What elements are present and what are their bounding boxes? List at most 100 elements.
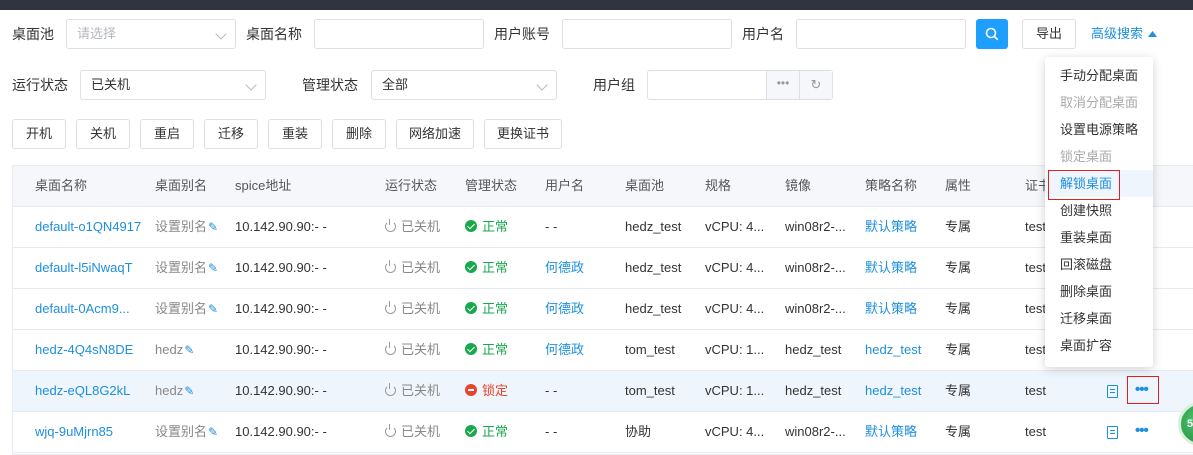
attr-cell: 专属 [945, 342, 972, 357]
alias-cell[interactable]: 设置别名✎ [155, 289, 231, 329]
desktop-name-link[interactable]: default-o1QN4917 [35, 207, 147, 247]
edit-pencil-icon[interactable]: ✎ [208, 425, 218, 439]
username-input[interactable] [796, 19, 966, 49]
col-pool: 桌面池 [625, 178, 665, 193]
advanced-search-toggle[interactable]: 高级搜索 [1091, 19, 1157, 49]
alias-text: 设置别名 [155, 260, 208, 275]
alias-cell[interactable]: hedz✎ [155, 371, 231, 411]
more-actions-button[interactable]: ••• [1135, 412, 1149, 450]
attr-cell: 专属 [945, 301, 972, 316]
edit-pencil-icon[interactable]: ✎ [208, 220, 218, 234]
refresh-icon[interactable]: ↻ [799, 71, 832, 99]
desktop-name-link[interactable]: hedz-4Q4sN8DE [35, 330, 147, 370]
run-status-cell: 已关机 [385, 412, 461, 452]
policy-link[interactable]: hedz_test [865, 371, 941, 411]
user-group-field[interactable]: ••• ↻ [647, 70, 833, 100]
menu-item[interactable]: 回滚磁盘 [1045, 251, 1153, 278]
alias-cell[interactable]: 设置别名✎ [155, 207, 231, 247]
menu-item[interactable]: 手动分配桌面 [1045, 62, 1153, 89]
menu-item[interactable]: 桌面扩容 [1045, 332, 1153, 359]
replace-cert-button[interactable]: 更换证书 [484, 119, 562, 149]
restart-button[interactable]: 重启 [140, 119, 194, 149]
desktop-name-input[interactable] [314, 19, 484, 49]
detail-icon[interactable] [1107, 426, 1118, 439]
cert-cell: test [1025, 383, 1046, 398]
run-status-cell: 已关机 [385, 289, 461, 329]
chevron-down-icon [215, 28, 227, 40]
spice-address: 10.142.90.90:- - [235, 260, 327, 275]
spec-cell: vCPU: 4... [705, 260, 765, 275]
menu-item[interactable]: 创建快照 [1045, 197, 1153, 224]
username-cell[interactable]: 何德政 [545, 330, 621, 370]
desktop-name-link[interactable]: hedz-eQL8G2kL [35, 371, 147, 411]
mgmt-status-text: 正常 [482, 219, 509, 234]
username-cell: - - [545, 383, 558, 398]
power-icon [385, 219, 396, 232]
chevron-down-icon [245, 79, 257, 91]
user-account-input[interactable] [562, 19, 732, 49]
username-cell[interactable]: 何德政 [545, 289, 621, 329]
run-status-value: 已关机 [91, 77, 131, 92]
attr-cell: 专属 [945, 219, 972, 234]
policy-link[interactable]: 默认策略 [865, 248, 941, 288]
desktop-name-link[interactable]: default-l5iNwaqT [35, 248, 147, 288]
edit-pencil-icon[interactable]: ✎ [184, 384, 194, 398]
menu-item[interactable]: 迁移桌面 [1045, 305, 1153, 332]
desktop-name-link[interactable]: default-0Acm9... [35, 289, 147, 329]
alias-cell[interactable]: 设置别名✎ [155, 248, 231, 288]
delete-button[interactable]: 删除 [332, 119, 386, 149]
power-on-button[interactable]: 开机 [12, 119, 66, 149]
mgmt-status-select[interactable]: 全部 [371, 70, 557, 100]
power-off-button[interactable]: 关机 [76, 119, 130, 149]
edit-pencil-icon[interactable]: ✎ [184, 343, 194, 357]
policy-link[interactable]: hedz_test [865, 330, 941, 370]
pool-select[interactable]: 请选择 [66, 19, 236, 49]
alias-text: 设置别名 [155, 301, 208, 316]
reinstall-button[interactable]: 重装 [268, 119, 322, 149]
table-row[interactable]: default-o1QN4917 设置别名✎ 10.142.90.90:- - 已关机… [13, 207, 1193, 248]
desktop-name-link[interactable]: wjq-9uMjrn85 [35, 412, 147, 452]
username-cell: - - [545, 424, 558, 439]
spice-address: 10.142.90.90:- - [235, 301, 327, 316]
spec-cell: vCPU: 4... [705, 424, 765, 439]
table-row[interactable]: wjq-9uMjrn85 设置别名✎ 10.142.90.90:- - 已关机 正常 - … [13, 412, 1193, 453]
more-dots-icon[interactable]: ••• [766, 71, 799, 99]
edit-pencil-icon[interactable]: ✎ [208, 261, 218, 275]
run-status-select[interactable]: 已关机 [80, 70, 266, 100]
check-circle-icon [465, 220, 477, 232]
mgmt-status-text: 锁定 [482, 383, 509, 398]
mgmt-status-value: 全部 [382, 77, 409, 92]
username-cell[interactable]: 何德政 [545, 248, 621, 288]
menu-item[interactable]: 删除桌面 [1045, 278, 1153, 305]
migrate-button[interactable]: 迁移 [204, 119, 258, 149]
policy-link[interactable]: 默认策略 [865, 412, 941, 452]
col-spice: spice地址 [235, 178, 292, 193]
pool-cell: tom_test [625, 383, 675, 398]
network-accel-button[interactable]: 网络加速 [396, 119, 474, 149]
table-row[interactable]: default-0Acm9... 设置别名✎ 10.142.90.90:- - 已关机… [13, 289, 1193, 330]
run-status-text: 已关机 [401, 342, 441, 357]
table-row[interactable]: hedz-eQL8G2kL hedz✎ 10.142.90.90:- - 已关机 锁定 -… [13, 371, 1193, 412]
alias-text: 设置别名 [155, 424, 208, 439]
power-icon [385, 260, 396, 273]
col-username: 用户名 [545, 178, 585, 193]
active-more-highlight [1127, 376, 1159, 404]
policy-link[interactable]: 默认策略 [865, 207, 941, 247]
export-button[interactable]: 导出 [1022, 19, 1076, 49]
edit-pencil-icon[interactable]: ✎ [208, 302, 218, 316]
spec-cell: vCPU: 4... [705, 301, 765, 316]
menu-item[interactable]: 设置电源策略 [1045, 116, 1153, 143]
alias-cell[interactable]: hedz✎ [155, 330, 231, 370]
table-row[interactable]: default-l5iNwaqT 设置别名✎ 10.142.90.90:- - 已关机… [13, 248, 1193, 289]
table-row[interactable]: hedz-4Q4sN8DE hedz✎ 10.142.90.90:- - 已关机 正常何… [13, 330, 1193, 371]
detail-icon[interactable] [1107, 385, 1118, 398]
alias-cell[interactable]: 设置别名✎ [155, 412, 231, 452]
menu-item[interactable]: 重装桌面 [1045, 224, 1153, 251]
spec-cell: vCPU: 1... [705, 383, 765, 398]
col-policy: 策略名称 [865, 178, 918, 193]
mgmt-status-cell: 正常 [465, 412, 541, 452]
policy-link[interactable]: 默认策略 [865, 289, 941, 329]
username-label: 用户名 [742, 26, 784, 42]
col-mgmt-status: 管理状态 [465, 178, 518, 193]
search-button[interactable] [976, 19, 1008, 49]
